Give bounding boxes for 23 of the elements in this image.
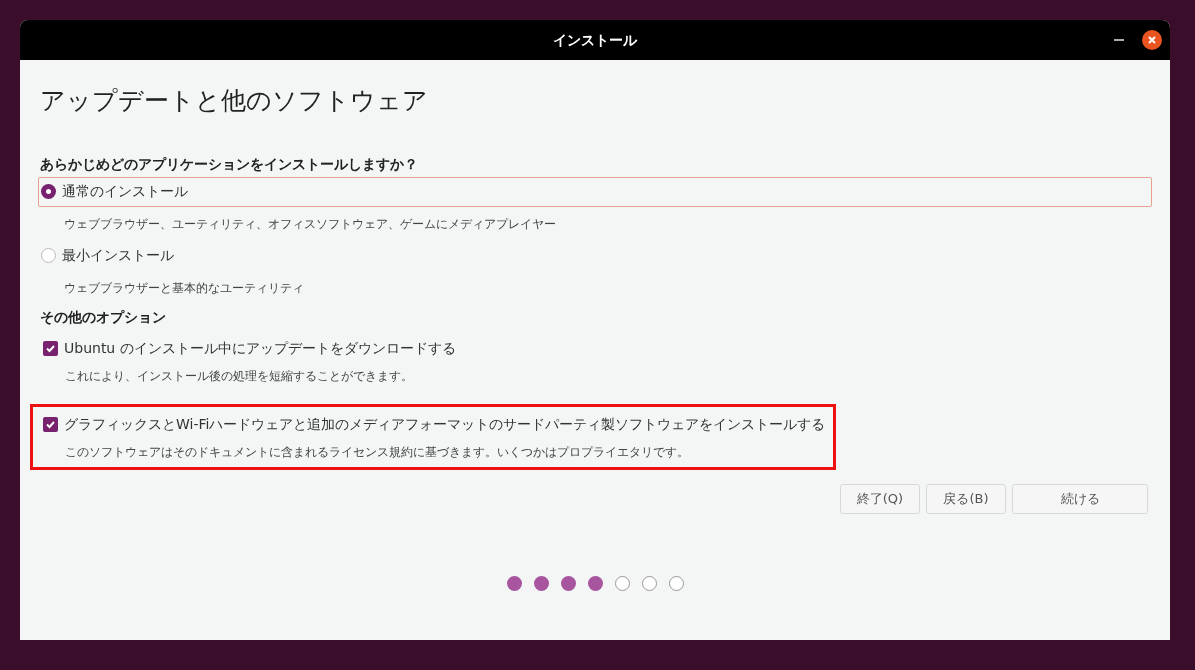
- option-description: このソフトウェアはそのドキュメントに含まれるライセンス規約に基づきます。いくつかはプロプライエタリです。: [65, 443, 689, 461]
- dialog-button[interactable]: 戻る(B): [926, 483, 1006, 514]
- option-description: これにより、インストール後の処理を短縮することができます。: [65, 367, 413, 385]
- radio-option[interactable]: 通常のインストール: [38, 176, 1152, 207]
- page-heading: アップデートと他のソフトウェア: [40, 85, 428, 117]
- dialog-button[interactable]: 終了(Q): [840, 483, 920, 514]
- radio-option[interactable]: 最小インストール: [38, 240, 1152, 271]
- close-button[interactable]: [1142, 30, 1162, 50]
- option-description: ウェブブラウザーと基本的なユーティリティ: [64, 279, 304, 297]
- option-description: ウェブブラウザー、ユーティリティ、オフィスソフトウェア、ゲームにメディアプレイヤー: [64, 215, 556, 233]
- window-title: インストール: [553, 30, 637, 50]
- checkbox[interactable]: [43, 417, 58, 432]
- radio-button[interactable]: [41, 184, 56, 199]
- check-icon: [45, 343, 56, 354]
- section-heading: その他のオプション: [40, 307, 166, 327]
- dialog-button[interactable]: 続ける: [1012, 483, 1148, 514]
- checkbox-option[interactable]: Ubuntu のインストール中にアップデートをダウンロードする: [41, 336, 458, 361]
- checkbox-option[interactable]: グラフィックスとWi-Fiハードウェアと追加のメディアフォーマットのサードパーティ製ソフトウェアをインストールする: [41, 412, 828, 437]
- checkbox[interactable]: [43, 341, 58, 356]
- close-icon: [1147, 35, 1157, 45]
- section-heading: あらかじめどのアプリケーションをインストールしますか？: [40, 154, 418, 174]
- radio-button[interactable]: [41, 248, 56, 263]
- check-icon: [45, 419, 56, 430]
